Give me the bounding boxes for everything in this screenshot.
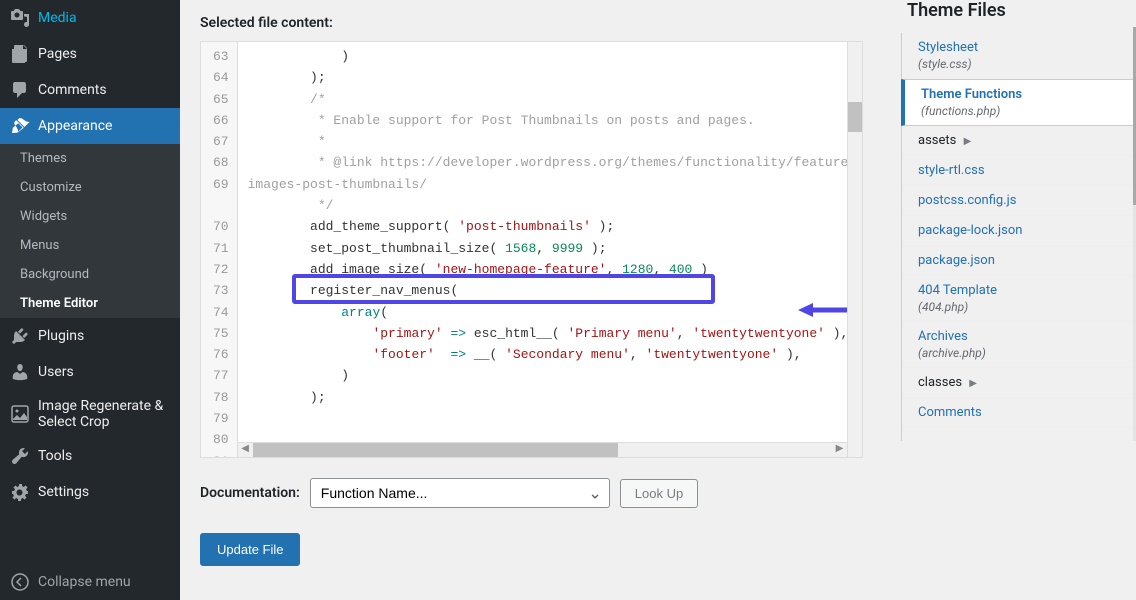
line-gutter: 63646566676869 707172737475767778798081	[201, 42, 238, 457]
admin-sidebar: Media Pages Comments Appearance Themes C…	[0, 0, 180, 600]
scrollbar-thumb[interactable]	[253, 443, 619, 457]
submenu-item-customize[interactable]: Customize	[0, 173, 180, 202]
code-editor[interactable]: 63646566676869 707172737475767778798081 …	[200, 41, 863, 458]
file-item[interactable]: postcss.config.js	[902, 186, 1136, 216]
function-select-wrap: Function Name... ⌄	[310, 478, 610, 508]
scroll-right-icon[interactable]: ▶	[832, 443, 847, 458]
file-item[interactable]: package.json	[902, 246, 1136, 276]
collapse-label: Collapse menu	[38, 574, 131, 590]
update-file-button[interactable]: Update File	[200, 533, 300, 566]
theme-files-list: Stylesheet(style.css)Theme Functions(fun…	[901, 33, 1136, 441]
theme-files-panel: Theme Files Stylesheet(style.css)Theme F…	[891, 0, 1136, 600]
documentation-label: Documentation:	[200, 485, 300, 501]
submenu-item-themes[interactable]: Themes	[0, 144, 180, 173]
main-content: Selected file content: 63646566676869 70…	[180, 0, 891, 600]
submenu-item-widgets[interactable]: Widgets	[0, 202, 180, 231]
file-item[interactable]: package-lock.json	[902, 216, 1136, 246]
folder-expand-icon: ▶	[969, 378, 977, 389]
sidebar-label: Settings	[38, 484, 89, 500]
documentation-row: Documentation: Function Name... ⌄ Look U…	[200, 478, 871, 508]
sidebar-item-comments[interactable]: Comments	[0, 72, 180, 108]
file-item[interactable]: Stylesheet(style.css)	[902, 33, 1136, 79]
media-icon	[10, 8, 30, 28]
appearance-icon	[10, 116, 30, 136]
sidebar-label: Tools	[38, 448, 72, 464]
sidebar-label: Media	[38, 10, 77, 26]
sidebar-label: Plugins	[38, 328, 84, 344]
sidebar-label: Pages	[38, 46, 77, 62]
theme-files-title: Theme Files	[907, 0, 1136, 21]
submenu-item-background[interactable]: Background	[0, 260, 180, 289]
submenu-item-menus[interactable]: Menus	[0, 231, 180, 260]
folder-item[interactable]: classes ▶	[902, 368, 1136, 398]
file-item[interactable]: 404 Template(404.php)	[902, 276, 1136, 322]
settings-icon	[10, 482, 30, 502]
tools-icon	[10, 446, 30, 466]
lookup-button[interactable]: Look Up	[620, 479, 698, 508]
section-label: Selected file content:	[200, 15, 871, 31]
vertical-scrollbar[interactable]	[847, 42, 862, 457]
sidebar-item-image-regen[interactable]: Image Regenerate & Select Crop	[0, 390, 180, 438]
sidebar-label: Comments	[38, 82, 107, 98]
file-item[interactable]: Comments	[902, 398, 1136, 428]
appearance-submenu: Themes Customize Widgets Menus Backgroun…	[0, 144, 180, 318]
sidebar-item-plugins[interactable]: Plugins	[0, 318, 180, 354]
image-regen-icon	[10, 404, 30, 424]
scroll-left-icon[interactable]: ◀	[238, 443, 253, 458]
collapse-icon	[10, 572, 30, 592]
sidebar-label: Users	[38, 364, 74, 380]
file-item[interactable]: style-rtl.css	[902, 156, 1136, 186]
sidebar-label: Image Regenerate & Select Crop	[38, 398, 172, 430]
sidebar-item-media[interactable]: Media	[0, 0, 180, 36]
file-item[interactable]: Archives(archive.php)	[902, 322, 1136, 368]
users-icon	[10, 362, 30, 382]
pages-icon	[10, 44, 30, 64]
horizontal-scrollbar[interactable]: ◀ ▶	[238, 442, 847, 457]
sidebar-item-settings[interactable]: Settings	[0, 474, 180, 510]
collapse-menu[interactable]: Collapse menu	[0, 564, 180, 600]
folder-expand-icon: ▶	[964, 136, 972, 147]
sidebar-label: Appearance	[38, 118, 112, 134]
comments-icon	[10, 80, 30, 100]
annotation-arrow	[733, 278, 862, 350]
scrollbar-thumb[interactable]	[848, 102, 862, 132]
folder-item[interactable]: assets ▶	[902, 126, 1136, 156]
file-item[interactable]: Theme Functions(functions.php)	[901, 79, 1136, 126]
sidebar-item-pages[interactable]: Pages	[0, 36, 180, 72]
sidebar-item-tools[interactable]: Tools	[0, 438, 180, 474]
submenu-item-theme-editor[interactable]: Theme Editor	[0, 289, 180, 318]
function-select[interactable]: Function Name...	[310, 478, 610, 508]
sidebar-item-appearance[interactable]: Appearance	[0, 108, 180, 144]
plugins-icon	[10, 326, 30, 346]
sidebar-item-users[interactable]: Users	[0, 354, 180, 390]
code-content[interactable]: ) ); /* * Enable support for Post Thumbn…	[238, 42, 862, 457]
